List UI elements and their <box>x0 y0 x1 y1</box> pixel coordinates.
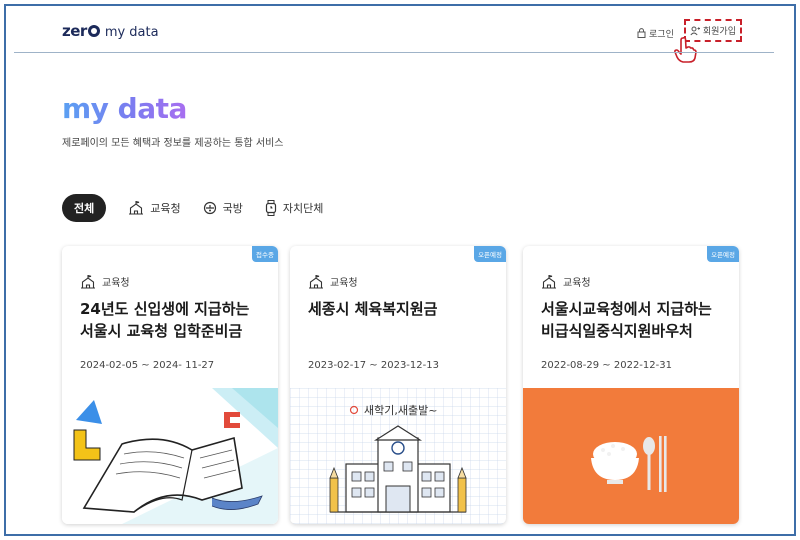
user-add-icon <box>690 26 700 35</box>
card-title: 24년도 신입생에 지급하는 서울시 교육청 입학준비금 <box>80 298 270 342</box>
top-header: zer my data 로그인 회원가입 <box>6 6 794 63</box>
logo-suffix: my data <box>104 25 159 40</box>
rice-bowl-illustration <box>523 388 739 524</box>
card-category: 교육청 <box>80 274 130 289</box>
card-title-line2: 서울시 교육청 입학준비금 <box>80 322 243 340</box>
card-category-label: 교육청 <box>330 278 358 289</box>
helmet-icon <box>203 201 216 215</box>
card-title: 세종시 체육복지원금 <box>308 298 498 320</box>
page-subtitle: 제로페이의 모든 혜택과 정보를 제공하는 통합 서비스 <box>62 138 284 149</box>
card-title: 서울시교육청에서 지급하는 비급식일중식지원바우처 <box>541 298 731 342</box>
card-category: 교육청 <box>541 274 591 289</box>
logo[interactable]: zer my data <box>62 22 159 40</box>
card-period: 2024-02-05 ~ 2024- 11-27 <box>80 360 215 371</box>
benefit-card[interactable]: 오픈예정 교육청 세종시 체육복지원금 2023-02-17 ~ 2023-12… <box>290 246 506 524</box>
lock-icon <box>637 28 646 38</box>
logo-word: zer <box>62 22 87 40</box>
tab-education[interactable]: 교육청 <box>128 200 181 216</box>
tab-all-label: 전체 <box>74 202 95 215</box>
school-icon <box>542 274 556 289</box>
status-badge: 오픈예정 <box>474 246 506 262</box>
category-tabs: 전체 교육청 국방 자치단체 <box>62 194 323 222</box>
school-building-illustration: 새학기,새출발~ <box>290 388 506 524</box>
logo-o-icon <box>87 25 100 37</box>
tab-local-gov[interactable]: 자치단체 <box>265 200 323 216</box>
tab-defense-label: 국방 <box>222 202 243 215</box>
page-title: my data <box>62 92 187 125</box>
header-divider <box>14 52 774 53</box>
tab-local-gov-label: 자치단체 <box>282 202 324 215</box>
tab-all[interactable]: 전체 <box>62 194 107 222</box>
login-link[interactable]: 로그인 <box>637 24 674 42</box>
card-period: 2023-02-17 ~ 2023-12-13 <box>308 360 439 371</box>
card-period: 2022-08-29 ~ 2022-12-31 <box>541 360 672 371</box>
tab-education-label: 교육청 <box>150 202 181 215</box>
login-label: 로그인 <box>649 29 674 40</box>
school-icon <box>129 201 144 215</box>
card-category: 교육청 <box>308 274 358 289</box>
card-title-line1: 24년도 신입생에 지급하는 <box>80 300 250 318</box>
status-badge: 오픈예정 <box>707 246 739 262</box>
status-badge: 접수중 <box>252 246 278 262</box>
signup-label: 회원가입 <box>702 27 736 37</box>
benefit-card[interactable]: 오픈예정 교육청 서울시교육청에서 지급하는 비급식일중식지원바우처 2022-… <box>523 246 739 524</box>
tab-defense[interactable]: 국방 <box>203 200 243 216</box>
card-category-label: 교육청 <box>563 278 591 289</box>
card-title-line1: 서울시교육청에서 지급하는 <box>541 300 712 318</box>
card-category-label: 교육청 <box>102 278 130 289</box>
open-book-illustration <box>62 388 278 524</box>
art-caption: 새학기,새출발~ <box>364 404 437 417</box>
card-title-line2: 비급식일중식지원바우처 <box>541 322 693 340</box>
school-icon <box>309 274 323 289</box>
benefit-card[interactable]: 접수중 교육청 24년도 신입생에 지급하는 서울시 교육청 입학준비금 202… <box>62 246 278 524</box>
card-title-line1: 세종시 체육복지원금 <box>308 300 438 318</box>
pointing-hand-icon <box>674 36 697 63</box>
school-icon <box>81 274 95 289</box>
app-frame: zer my data 로그인 회원가입 my data 제로페이의 모든 혜택… <box>4 4 796 536</box>
watch-icon <box>265 200 276 216</box>
